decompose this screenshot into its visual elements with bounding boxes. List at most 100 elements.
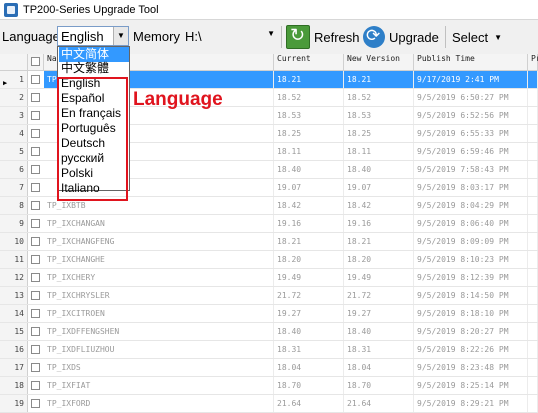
row-checkbox[interactable] bbox=[31, 291, 40, 300]
header-pr[interactable]: Pr bbox=[528, 54, 538, 70]
cell-current: 18.52 bbox=[274, 89, 344, 106]
cell-pr bbox=[528, 305, 538, 322]
row-checkbox[interactable] bbox=[31, 309, 40, 318]
cell-publish-time: 9/5/2019 6:59:46 PM bbox=[414, 143, 528, 160]
language-option[interactable]: 中文繁體 bbox=[59, 61, 129, 76]
cell-publish-time: 9/5/2019 8:09:09 PM bbox=[414, 233, 528, 250]
header-current[interactable]: Current bbox=[274, 54, 344, 70]
row-checkbox[interactable] bbox=[31, 327, 40, 336]
cell-publish-time: 9/5/2019 8:23:48 PM bbox=[414, 359, 528, 376]
cell-new-version: 18.04 bbox=[344, 359, 414, 376]
row-checkbox[interactable] bbox=[31, 255, 40, 264]
row-number-label: 18 bbox=[14, 381, 24, 390]
language-option[interactable]: Español bbox=[59, 91, 129, 106]
row-checkbox[interactable] bbox=[31, 183, 40, 192]
cell-publish-time: 9/5/2019 8:22:26 PM bbox=[414, 341, 528, 358]
row-checkbox[interactable] bbox=[31, 75, 40, 84]
language-dropdown-list: 中文简体 中文繁體 English Español En français Portugu… bbox=[57, 46, 130, 195]
cell-pr bbox=[528, 233, 538, 250]
row-checkbox[interactable] bbox=[31, 381, 40, 390]
cell-current: 21.72 bbox=[274, 287, 344, 304]
cell-new-version: 18.70 bbox=[344, 377, 414, 394]
cell-new-version: 18.21 bbox=[344, 233, 414, 250]
upgrade-button[interactable]: Upgrade bbox=[363, 23, 439, 51]
row-number-label: 10 bbox=[14, 237, 24, 246]
table-row[interactable]: 17 TP_IXDS 18.04 18.04 9/5/2019 8:23:48 PM bbox=[0, 359, 538, 377]
language-select[interactable]: English ▼ bbox=[57, 26, 129, 46]
upgrade-icon bbox=[363, 26, 385, 48]
refresh-icon bbox=[286, 25, 310, 49]
row-checkbox[interactable] bbox=[31, 399, 40, 408]
cell-publish-time: 9/17/2019 2:41 PM bbox=[414, 71, 528, 88]
language-option[interactable]: Deutsch bbox=[59, 136, 129, 151]
cell-current: 18.53 bbox=[274, 107, 344, 124]
select-all-checkbox[interactable] bbox=[31, 57, 40, 66]
row-number-label: 16 bbox=[14, 345, 24, 354]
row-number: 14 bbox=[0, 305, 28, 322]
cell-pr bbox=[528, 161, 538, 178]
row-checkbox[interactable] bbox=[31, 111, 40, 120]
row-checkbox[interactable] bbox=[31, 147, 40, 156]
language-select-value: English bbox=[61, 29, 104, 44]
cell-pr bbox=[528, 89, 538, 106]
cell-pr bbox=[528, 341, 538, 358]
header-new-version[interactable]: New Version bbox=[344, 54, 414, 70]
chevron-down-icon[interactable]: ▼ bbox=[267, 29, 275, 38]
table-row[interactable]: 16 TP_IXDFLIUZHOU 18.31 18.31 9/5/2019 8:22:… bbox=[0, 341, 538, 359]
language-option[interactable]: Português bbox=[59, 121, 129, 136]
row-number-label: 4 bbox=[19, 129, 24, 138]
table-row[interactable]: 11 TP_IXCHANGHE 18.20 18.20 9/5/2019 8:10:23… bbox=[0, 251, 538, 269]
table-row[interactable]: 9 TP_IXCHANGAN 19.16 19.16 9/5/2019 8:06:40 … bbox=[0, 215, 538, 233]
cell-current: 19.27 bbox=[274, 305, 344, 322]
header-publish-time[interactable]: Publish Time bbox=[414, 54, 528, 70]
row-checkbox[interactable] bbox=[31, 219, 40, 228]
cell-publish-time: 9/5/2019 8:10:23 PM bbox=[414, 251, 528, 268]
cell-pr bbox=[528, 251, 538, 268]
row-checkbox[interactable] bbox=[31, 363, 40, 372]
memory-select-value: H:\ bbox=[185, 29, 202, 44]
table-row[interactable]: 15 TP_IXDFFENGSHEN 18.40 18.40 9/5/2019 8:20… bbox=[0, 323, 538, 341]
header-rownum bbox=[0, 54, 28, 70]
chevron-down-icon[interactable]: ▼ bbox=[113, 27, 128, 45]
cell-current: 18.42 bbox=[274, 197, 344, 214]
cell-current: 18.21 bbox=[274, 71, 344, 88]
memory-select[interactable]: H:\ ▼ bbox=[181, 26, 277, 46]
cell-pr bbox=[528, 359, 538, 376]
language-option[interactable]: En français bbox=[59, 106, 129, 121]
language-option[interactable]: Polski bbox=[59, 166, 129, 181]
row-number-label: 14 bbox=[14, 309, 24, 318]
refresh-button[interactable]: Refresh bbox=[286, 23, 360, 51]
cell-current: 18.40 bbox=[274, 161, 344, 178]
row-checkbox[interactable] bbox=[31, 93, 40, 102]
row-number-label: 12 bbox=[14, 273, 24, 282]
row-checkbox[interactable] bbox=[31, 237, 40, 246]
table-row[interactable]: 19 TP_IXFORD 21.64 21.64 9/5/2019 8:29:21 PM bbox=[0, 395, 538, 413]
language-option[interactable]: Italiano bbox=[59, 181, 129, 196]
toolbar-divider bbox=[445, 26, 446, 48]
row-number-label: 2 bbox=[19, 93, 24, 102]
table-row[interactable]: 14 TP_IXCITROEN 19.27 19.27 9/5/2019 8:18:10… bbox=[0, 305, 538, 323]
table-row[interactable]: 18 TP_IXFIAT 18.70 18.70 9/5/2019 8:25:14 PM bbox=[0, 377, 538, 395]
table-row[interactable]: 10 TP_IXCHANGFENG 18.21 18.21 9/5/2019 8:09:… bbox=[0, 233, 538, 251]
language-option[interactable]: 中文简体 bbox=[59, 47, 129, 62]
select-button[interactable]: Select ▼ bbox=[452, 23, 502, 51]
row-number: 2 bbox=[0, 89, 28, 106]
cell-current: 18.70 bbox=[274, 377, 344, 394]
cell-current: 18.20 bbox=[274, 251, 344, 268]
table-row[interactable]: 8 TP_IXBTB 18.42 18.42 9/5/2019 8:04:29 PM bbox=[0, 197, 538, 215]
row-checkbox[interactable] bbox=[31, 129, 40, 138]
language-option[interactable]: English bbox=[59, 76, 129, 91]
row-checkbox[interactable] bbox=[31, 345, 40, 354]
cell-publish-time: 9/5/2019 6:50:27 PM bbox=[414, 89, 528, 106]
header-checkbox-cell[interactable] bbox=[28, 54, 44, 70]
cell-publish-time: 9/5/2019 8:20:27 PM bbox=[414, 323, 528, 340]
row-checkbox[interactable] bbox=[31, 201, 40, 210]
row-checkbox[interactable] bbox=[31, 165, 40, 174]
row-checkbox[interactable] bbox=[31, 273, 40, 282]
row-number: 4 bbox=[0, 125, 28, 142]
cell-new-version: 21.72 bbox=[344, 287, 414, 304]
cell-name: TP_IXDFFENGSHEN bbox=[44, 323, 274, 340]
language-option[interactable]: русский bbox=[59, 151, 129, 166]
table-row[interactable]: 12 TP_IXCHERY 19.49 19.49 9/5/2019 8:12:39 P… bbox=[0, 269, 538, 287]
table-row[interactable]: 13 TP_IXCHRYSLER 21.72 21.72 9/5/2019 8:14:5… bbox=[0, 287, 538, 305]
